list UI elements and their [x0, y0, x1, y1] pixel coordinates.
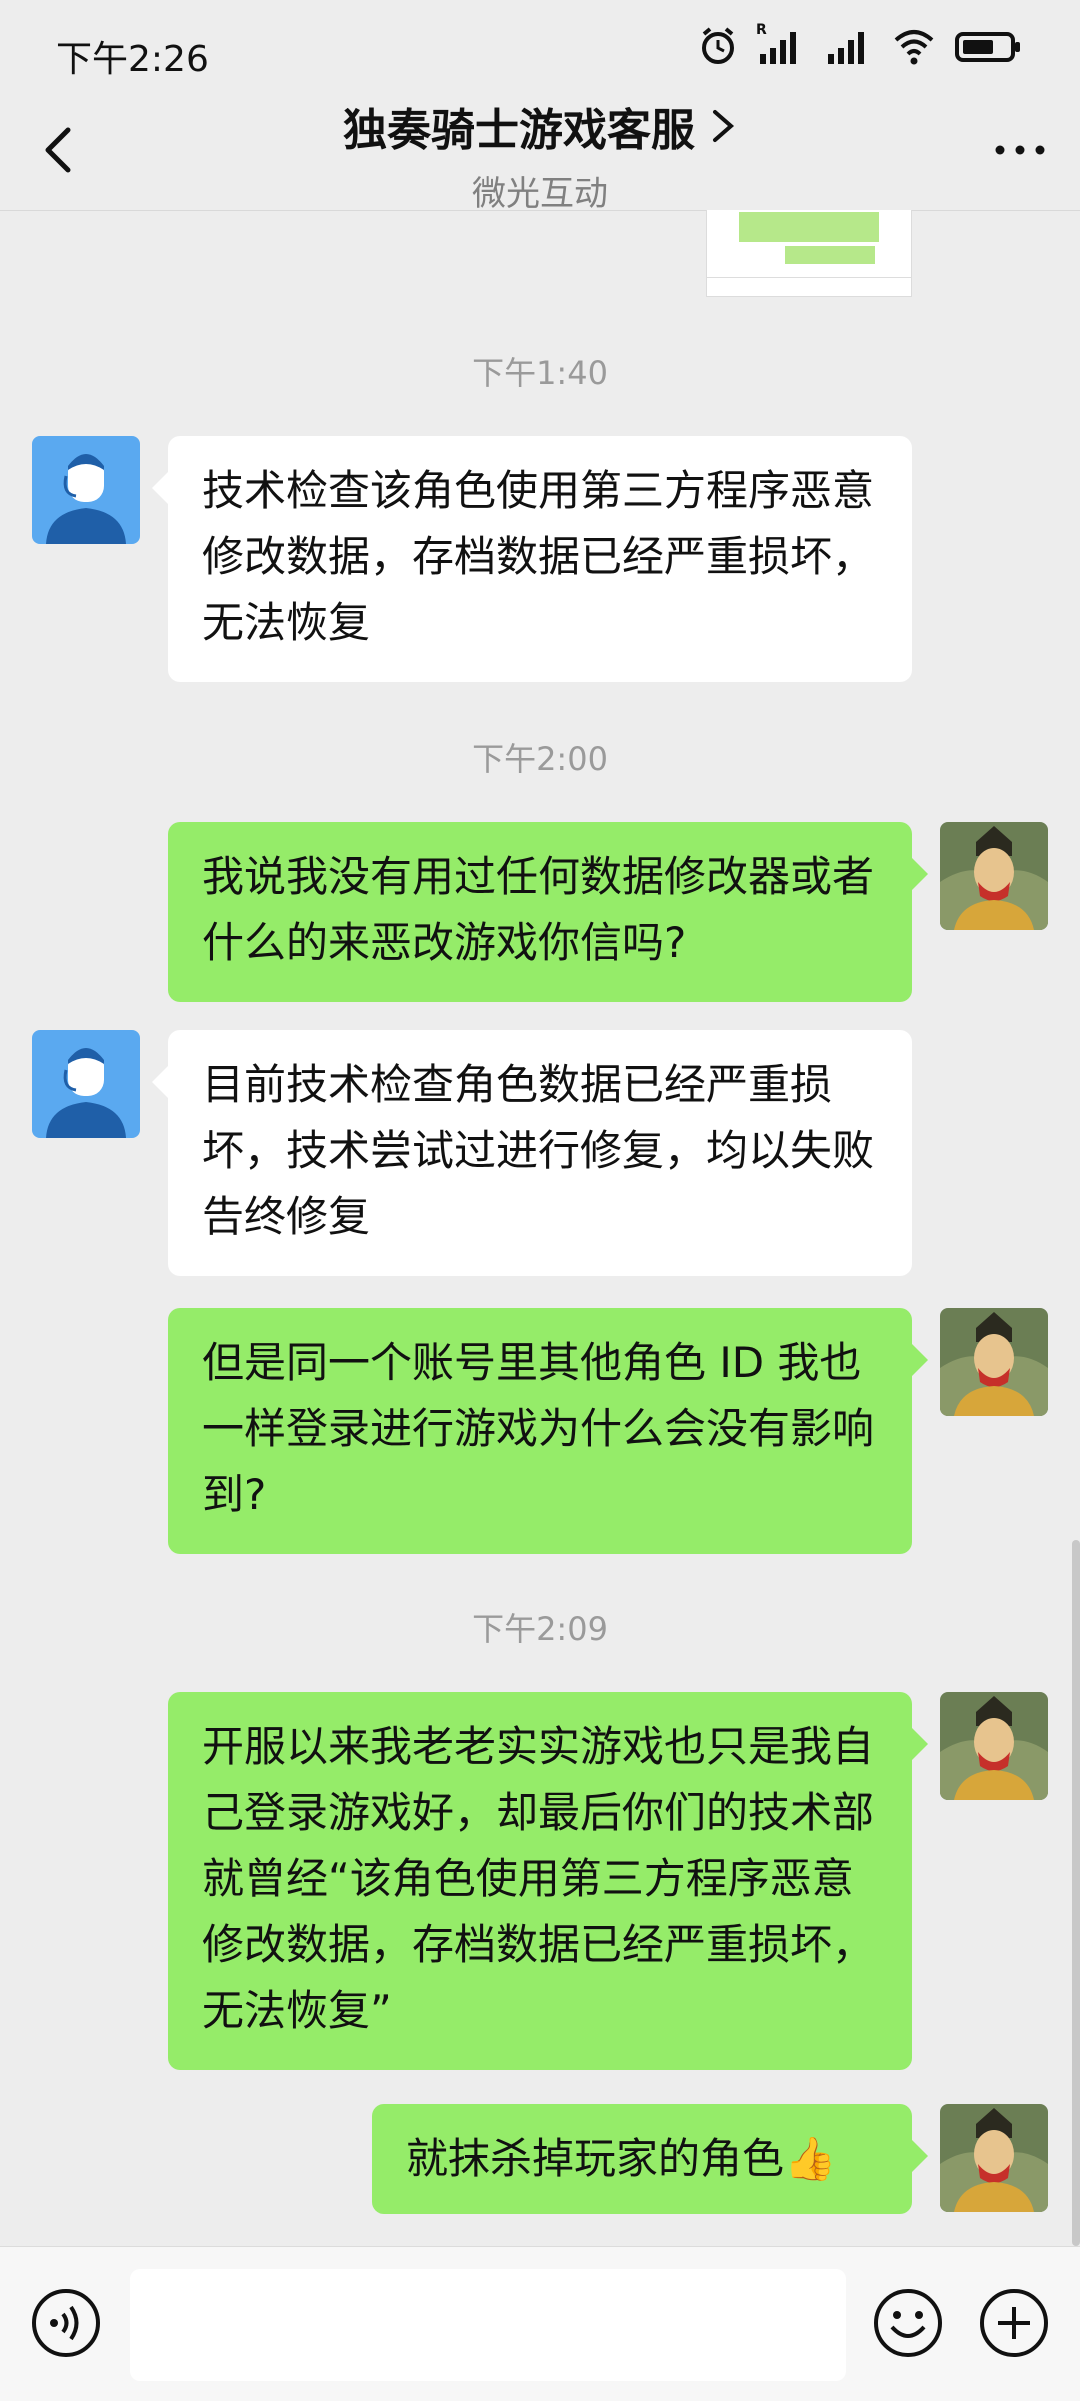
user-avatar[interactable]	[940, 1308, 1048, 1416]
agent-avatar[interactable]	[32, 1030, 140, 1138]
status-bar: 下午2:26 R	[0, 0, 1080, 100]
user-avatar[interactable]	[940, 1692, 1048, 1800]
chat-subtitle: 微光互动	[472, 174, 608, 214]
emoji-icon[interactable]	[872, 2287, 944, 2359]
chevron-right-icon	[713, 110, 735, 142]
image-message-thumbnail[interactable]	[706, 210, 912, 297]
signal-icon: R	[756, 22, 806, 66]
scrollbar[interactable]	[1072, 1540, 1080, 2246]
thumbnail-input-bar	[707, 277, 911, 296]
timestamp: 下午2:09	[472, 1610, 608, 1648]
more-dots-icon[interactable]	[990, 130, 1050, 170]
message-input[interactable]	[130, 2269, 846, 2381]
wifi-icon	[894, 30, 934, 65]
thumbnail-bubble	[785, 246, 875, 264]
signal-2-icon	[828, 32, 864, 64]
chat-list[interactable]: 下午1:40 技术检查该角色使用第三方程序恶意修改数据，存档数据已经严重损坏，无…	[0, 210, 1080, 2246]
chat-title: 独奏骑士游戏客服	[343, 105, 695, 156]
title-area: 独奏骑士游戏客服 微光互动	[0, 90, 1080, 215]
outgoing-message[interactable]: 开服以来我老老实实游戏也只是我自己登录游戏好，却最后你们的技术部就曾经“该角色使…	[168, 1692, 928, 2070]
alarm-icon	[702, 27, 734, 64]
incoming-message[interactable]: 目前技术检查角色数据已经严重损坏，技术尝试过进行修复，均以失败告终修复	[152, 1030, 912, 1276]
thumbnail-bubble	[739, 212, 879, 242]
timestamp: 下午1:40	[472, 354, 608, 392]
input-bar	[0, 2246, 1080, 2401]
chat-header: 独奏骑士游戏客服 微光互动	[0, 90, 1080, 214]
outgoing-message[interactable]: 我说我没有用过任何数据修改器或者什么的来恶改游戏你信吗?	[168, 822, 928, 1002]
status-time: 下午2:26	[56, 39, 209, 80]
status-icons: R	[698, 22, 1024, 66]
outgoing-message[interactable]: 就抹杀掉玩家的角色👍	[372, 2104, 928, 2214]
outgoing-message[interactable]: 但是同一个账号里其他角色 ID 我也一样登录进行游戏为什么会没有影响到?	[168, 1308, 928, 1554]
voice-icon[interactable]	[30, 2287, 102, 2359]
battery-icon	[955, 32, 1020, 62]
user-avatar[interactable]	[940, 822, 1048, 930]
incoming-message[interactable]: 技术检查该角色使用第三方程序恶意修改数据，存档数据已经严重损坏，无法恢复	[152, 436, 912, 682]
chat-title-button[interactable]: 独奏骑士游戏客服	[343, 94, 737, 158]
plus-icon[interactable]	[978, 2287, 1050, 2359]
agent-avatar[interactable]	[32, 436, 140, 544]
user-avatar[interactable]	[940, 2104, 1048, 2212]
timestamp: 下午2:00	[472, 740, 608, 778]
